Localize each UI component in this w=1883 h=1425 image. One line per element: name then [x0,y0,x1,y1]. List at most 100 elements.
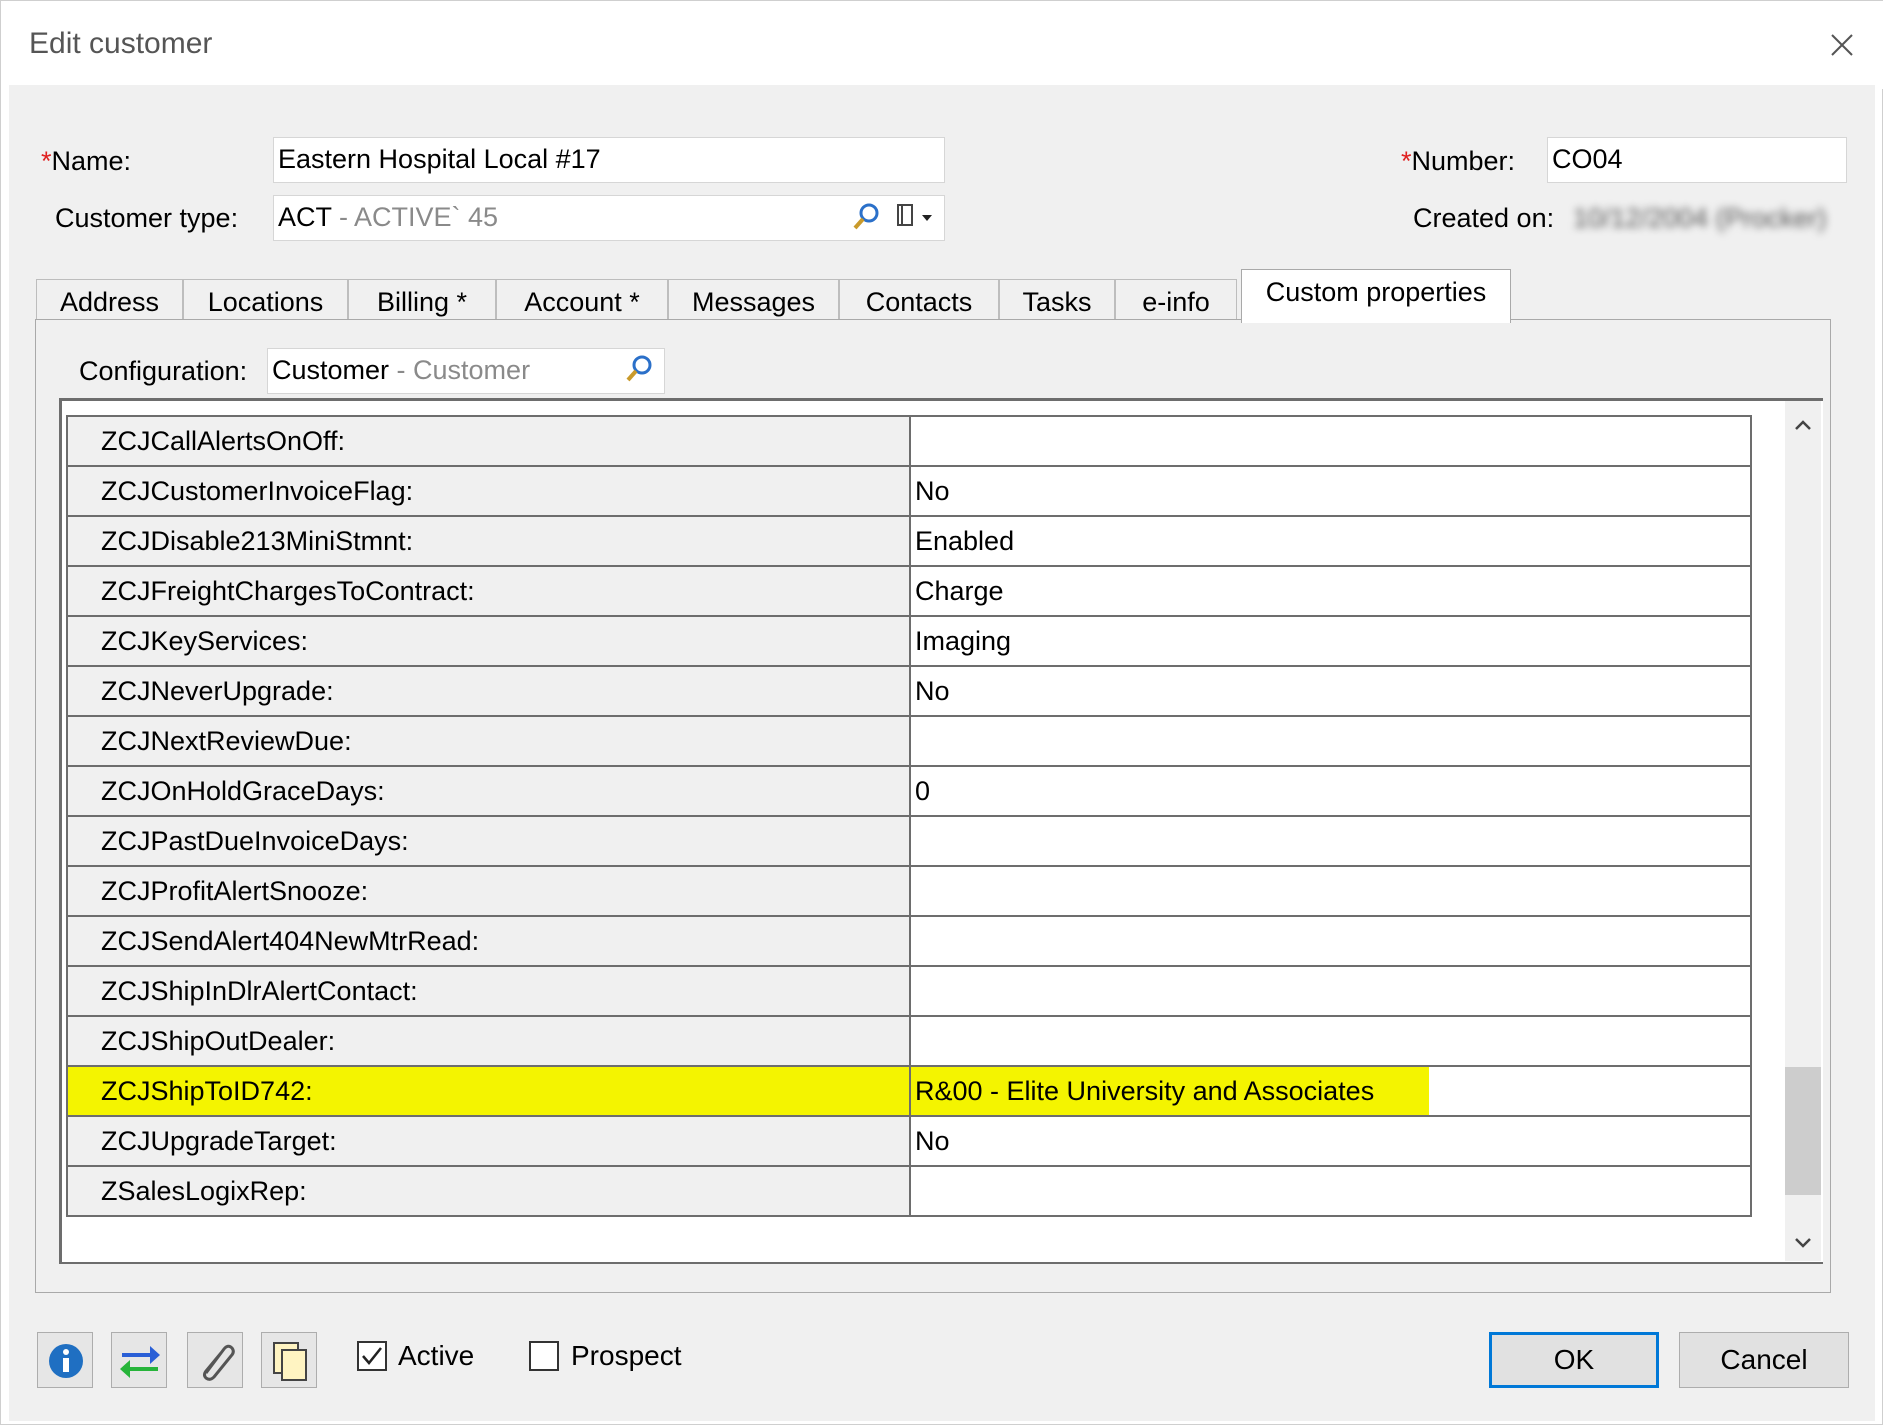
property-value[interactable]: No [909,1115,1752,1167]
copy-documents-icon [273,1342,307,1381]
property-name: ZCJCallAlertsOnOff: [66,415,911,467]
tab-strip: Address Locations Billing * Account * Me… [28,269,1828,323]
property-row[interactable]: ZCJOnHoldGraceDays: 0 [66,765,1752,817]
tab-messages[interactable]: Messages [668,279,839,323]
created-on-value: 10/12/2004 (Procker) [1573,203,1827,233]
property-name: ZCJDisable213MiniStmnt: [66,515,911,567]
required-marker: * [41,146,52,176]
name-input[interactable]: Eastern Hospital Local #17 [273,137,945,183]
search-icon[interactable] [851,201,883,233]
property-value[interactable]: Imaging [909,615,1752,667]
configuration-description: - Customer [389,355,531,385]
property-value[interactable] [909,815,1752,867]
customer-type-description: - ACTIVE` 45 [331,202,499,232]
property-row[interactable]: ZCJDisable213MiniStmnt: Enabled [66,515,1752,567]
title-bar: Edit customer [1,1,1883,89]
transfer-arrows-icon [120,1346,160,1378]
property-name: ZCJCustomerInvoiceFlag: [66,465,911,517]
property-name: ZCJShipToID742: [66,1065,911,1117]
edit-customer-dialog: Edit customer *Name: Eastern Hospital Lo… [0,0,1883,1425]
ok-button[interactable]: OK [1489,1332,1659,1388]
property-name: ZCJShipInDlrAlertContact: [66,965,911,1017]
close-button[interactable] [1822,25,1862,65]
tab-locations[interactable]: Locations [183,279,348,323]
customer-type-field[interactable]: ACT - ACTIVE` 45 [273,195,945,241]
number-input[interactable]: CO04 [1547,137,1847,183]
property-value[interactable] [909,865,1752,917]
active-checkbox[interactable] [357,1341,387,1371]
property-row[interactable]: ZCJFreightChargesToContract: Charge [66,565,1752,617]
property-value[interactable] [909,715,1752,767]
property-row[interactable]: ZSalesLogixRep: [66,1165,1752,1217]
tab-billing[interactable]: Billing * [348,279,496,323]
property-table: ZCJCallAlertsOnOff: ZCJCustomerInvoiceFl… [66,415,1752,1217]
active-label: Active [398,1340,475,1371]
property-grid: ZCJCallAlertsOnOff: ZCJCustomerInvoiceFl… [59,398,1823,1264]
property-name: ZCJKeyServices: [66,615,911,667]
property-value[interactable]: Charge [909,565,1752,617]
configuration-label: Configuration: [79,356,248,386]
property-name: ZCJFreightChargesToContract: [66,565,911,617]
vertical-scrollbar[interactable] [1785,401,1821,1261]
property-row[interactable]: ZCJNextReviewDue: [66,715,1752,767]
checkmark-icon [362,1347,382,1365]
property-row-highlighted[interactable]: ZCJShipToID742: R&00 - Elite University a… [66,1065,1752,1117]
number-label: *Number: [1401,146,1516,176]
tab-tasks[interactable]: Tasks [999,279,1115,323]
property-name: ZCJNeverUpgrade: [66,665,911,717]
cancel-button[interactable]: Cancel [1679,1332,1849,1388]
window-title: Edit customer [29,27,213,60]
attachment-icon [203,1344,235,1381]
property-row[interactable]: ZCJPastDueInvoiceDays: [66,815,1752,867]
property-row[interactable]: ZCJCallAlertsOnOff: [66,415,1752,467]
chevron-up-icon[interactable] [1794,419,1812,431]
property-value[interactable]: No [909,665,1752,717]
info-icon [49,1344,83,1378]
property-value[interactable] [909,965,1752,1017]
configuration-field[interactable]: Customer - Customer [267,348,665,394]
configuration-code: Customer [272,355,390,385]
property-row[interactable]: ZCJCustomerInvoiceFlag: No [66,465,1752,517]
copy-button[interactable] [261,1332,317,1388]
property-value[interactable]: No [909,465,1752,517]
property-row[interactable]: ZCJNeverUpgrade: No [66,665,1752,717]
tab-custom-properties[interactable]: Custom properties [1241,269,1511,323]
property-name: ZCJShipOutDealer: [66,1015,911,1067]
property-row[interactable]: ZCJShipOutDealer: [66,1015,1752,1067]
property-row[interactable]: ZCJUpgradeTarget: No [66,1115,1752,1167]
property-name: ZSalesLogixRep: [66,1165,911,1217]
property-row[interactable]: ZCJShipInDlrAlertContact: [66,965,1752,1017]
property-name: ZCJNextReviewDue: [66,715,911,767]
property-row[interactable]: ZCJSendAlert404NewMtrRead: [66,915,1752,967]
property-name: ZCJProfitAlertSnooze: [66,865,911,917]
tab-e-info[interactable]: e-info [1115,279,1237,323]
property-value[interactable] [909,415,1752,467]
property-value[interactable] [909,915,1752,967]
tab-contacts[interactable]: Contacts [839,279,999,323]
customer-type-label: Customer type: [55,203,239,233]
created-on-label: Created on: [1413,203,1555,233]
property-value[interactable]: Enabled [909,515,1752,567]
property-name: ZCJPastDueInvoiceDays: [66,815,911,867]
property-value[interactable]: R&00 - Elite University and Associates [909,1065,1752,1117]
customer-type-code: ACT [278,202,332,232]
property-value[interactable]: 0 [909,765,1752,817]
chevron-down-icon[interactable] [1794,1237,1812,1249]
tab-address[interactable]: Address [36,279,183,323]
property-row[interactable]: ZCJKeyServices: Imaging [66,615,1752,667]
dropdown-menu-icon[interactable] [894,201,940,233]
property-name: ZCJOnHoldGraceDays: [66,765,911,817]
search-icon[interactable] [624,353,656,385]
property-name: ZCJUpgradeTarget: [66,1115,911,1167]
prospect-checkbox[interactable] [529,1341,559,1371]
close-icon [1831,34,1853,56]
tab-account[interactable]: Account * [496,279,668,323]
property-row[interactable]: ZCJProfitAlertSnooze: [66,865,1752,917]
scrollbar-thumb[interactable] [1785,1067,1821,1195]
property-value[interactable] [909,1165,1752,1217]
prospect-label: Prospect [571,1340,682,1371]
info-button[interactable] [37,1332,93,1388]
attachment-button[interactable] [187,1332,243,1388]
property-value[interactable] [909,1015,1752,1067]
transfer-button[interactable] [111,1332,167,1388]
